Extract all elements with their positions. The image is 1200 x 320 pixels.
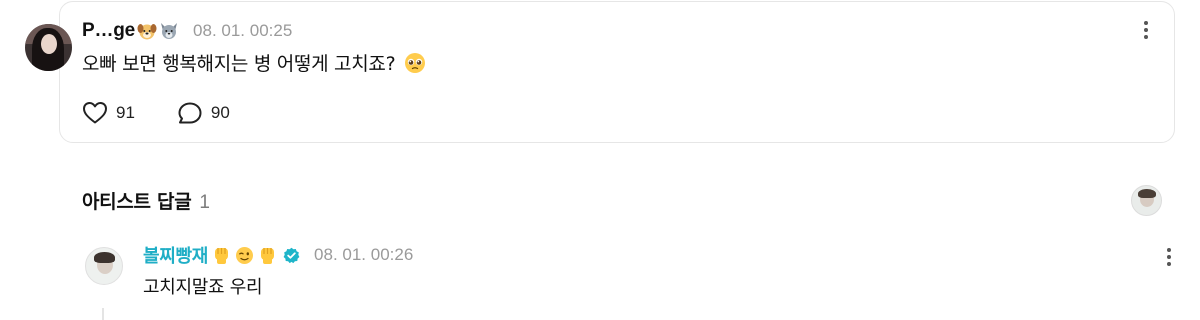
comment-button[interactable]: 90 — [177, 101, 230, 125]
post-author-block[interactable]: P…ge — [82, 20, 179, 42]
like-count: 91 — [116, 103, 135, 122]
reply-more-options-icon[interactable] — [1166, 248, 1172, 266]
artist-replies-header: 아티스트 답글 1 — [82, 187, 210, 214]
reply-author-avatar[interactable] — [85, 247, 123, 285]
reply-header: 볼찌빵재 08. 01. 00:26 — [143, 243, 413, 267]
dog-face-emoji — [137, 24, 157, 40]
artist-replies-label: 아티스트 답글 — [82, 191, 192, 213]
like-button[interactable]: 91 — [82, 101, 135, 125]
pleading-face-emoji — [405, 53, 426, 73]
post-text-block: 오빠 보면 행복해지는 병 어떻게 고치죠? — [82, 49, 426, 76]
post-author-avatar[interactable] — [25, 24, 72, 71]
post-author-name[interactable]: P…ge — [82, 20, 135, 42]
post-timestamp: 08. 01. 00:25 — [193, 21, 293, 40]
raised-fist-emoji — [261, 248, 275, 264]
comment-count: 90 — [210, 103, 230, 122]
reply-text: 고치지말죠 우리 — [143, 277, 263, 298]
thread-line — [102, 308, 104, 320]
post-more-options-icon[interactable] — [1143, 21, 1149, 39]
post-text: 오빠 보면 행복해지는 병 어떻게 고치죠? — [82, 53, 396, 75]
heart-icon — [83, 102, 107, 124]
comment-bubble-icon — [178, 102, 202, 124]
wolf-face-emoji — [161, 23, 178, 39]
reply-timestamp: 08. 01. 00:26 — [314, 245, 414, 264]
artist-replies-count: 1 — [199, 192, 210, 213]
artist-avatar-small[interactable] — [1131, 185, 1162, 216]
winking-face-emoji — [236, 246, 254, 264]
verified-badge-icon — [283, 247, 300, 263]
reply-author-name[interactable]: 볼찌빵재 — [143, 242, 208, 268]
raised-fist-emoji — [215, 248, 229, 264]
post-header: P…ge 08. 01. 00:25 — [82, 19, 292, 43]
post-actions: 91 90 — [82, 101, 272, 125]
